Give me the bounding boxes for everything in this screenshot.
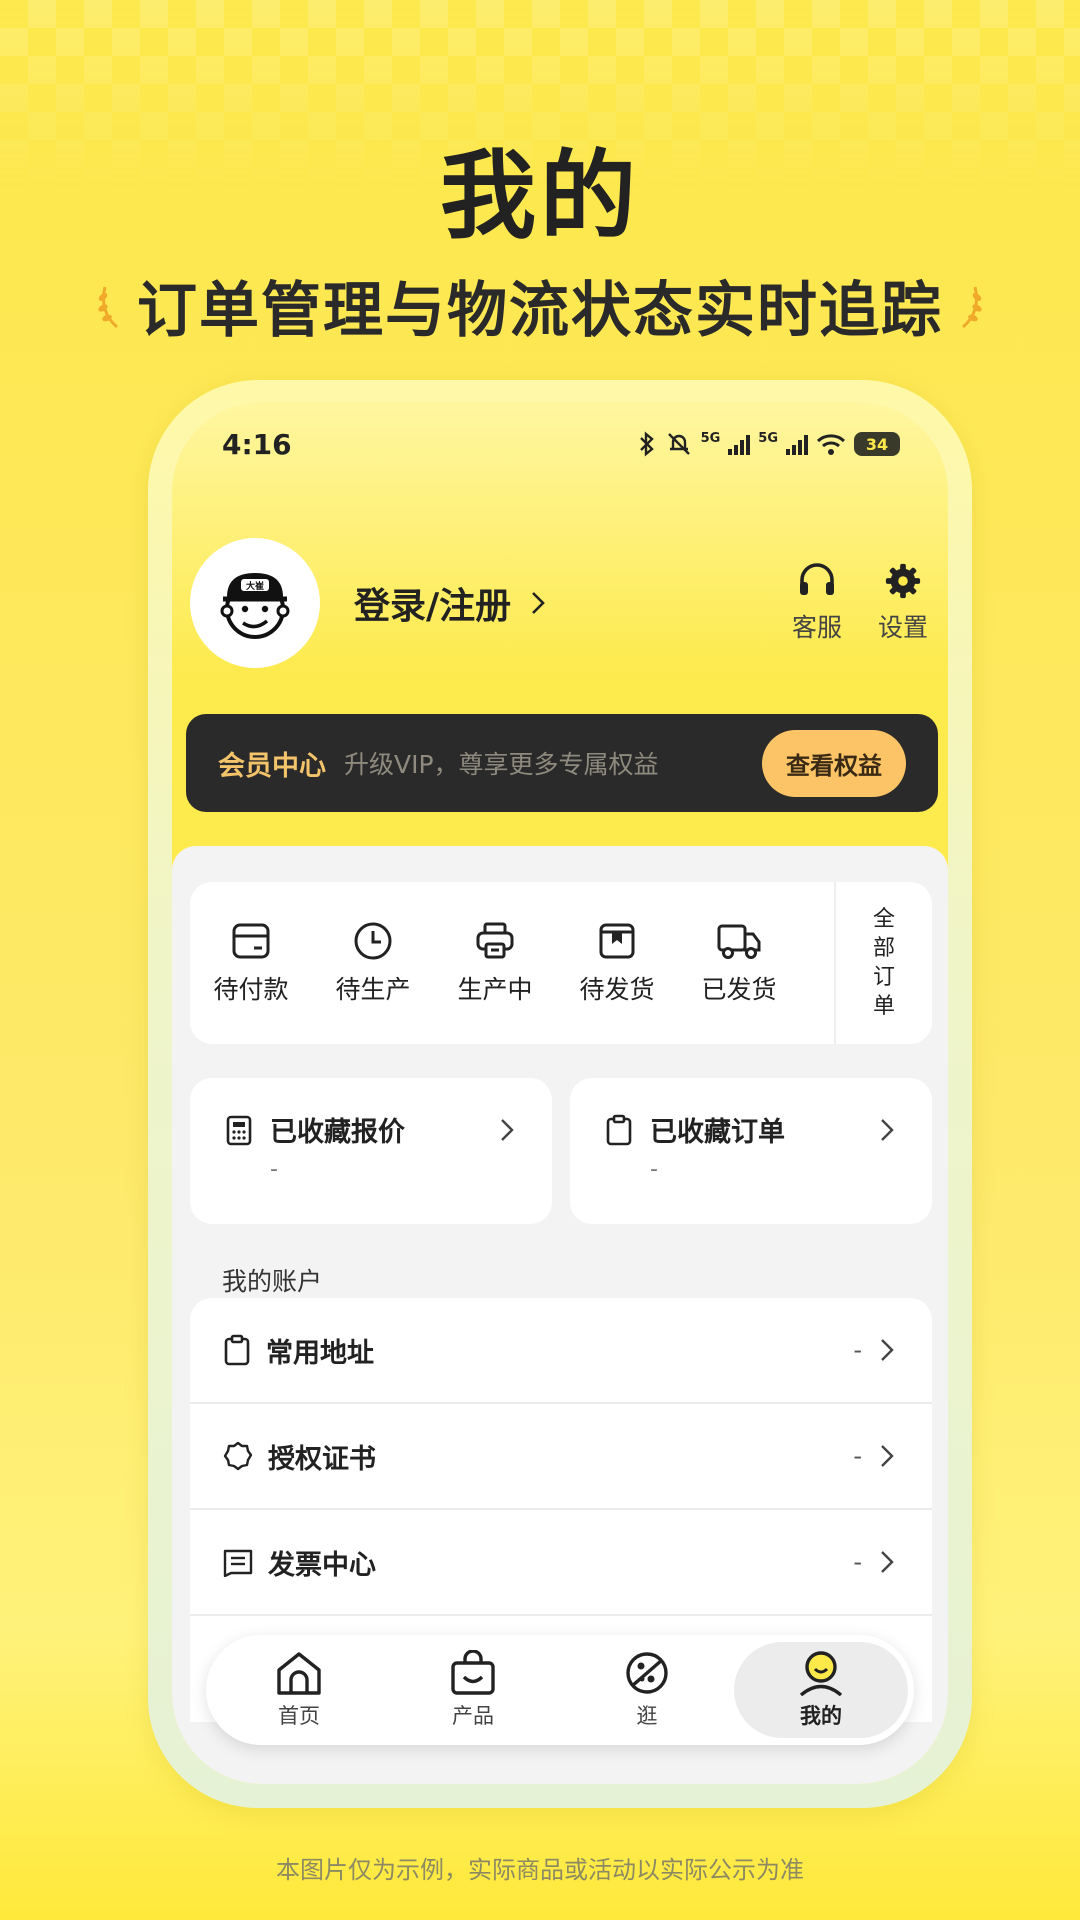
signal-icon-1 xyxy=(728,433,751,455)
customer-service-label: 客服 xyxy=(791,613,842,642)
chevron-right-icon xyxy=(501,1119,514,1141)
phone-screen: 4:16 5G 5G 34 大崔 登录/注册 客服 设置 会员中心 升级VIP，… xyxy=(172,402,948,1784)
saved-orders-label: 已收藏订单 xyxy=(650,1117,785,1148)
tab-browse[interactable]: 逛 xyxy=(560,1642,734,1738)
order-pending-payment[interactable]: 待付款 xyxy=(190,920,312,1006)
settings-button[interactable]: 设置 xyxy=(874,562,932,644)
headset-icon xyxy=(800,563,834,595)
list-item-label: 发票中心 xyxy=(268,1549,376,1581)
profile-header: 大崔 登录/注册 客服 设置 xyxy=(190,538,932,668)
network-label-2: 5G xyxy=(758,431,778,446)
planet-icon xyxy=(626,1652,668,1694)
tab-label: 首页 xyxy=(278,1704,320,1728)
top-actions: 客服 设置 xyxy=(788,562,932,644)
wallet-icon xyxy=(232,923,270,959)
home-icon xyxy=(277,1652,321,1695)
tab-label: 我的 xyxy=(800,1704,842,1728)
tab-products[interactable]: 产品 xyxy=(386,1642,560,1738)
saved-orders-card[interactable]: 已收藏订单 - xyxy=(570,1078,932,1224)
battery-icon: 34 xyxy=(854,432,900,456)
package-icon xyxy=(599,923,635,959)
bottom-tab-bar: 首页 产品 逛 我的 xyxy=(206,1635,914,1745)
all-orders-char: 单 xyxy=(872,994,895,1019)
gear-icon xyxy=(885,563,921,599)
order-label: 待生产 xyxy=(335,975,411,1004)
printer-icon xyxy=(476,922,514,959)
invoice-icon xyxy=(223,1549,253,1577)
chevron-right-icon xyxy=(881,1339,894,1361)
chevron-right-icon xyxy=(881,1551,894,1573)
saved-quotes-card[interactable]: 已收藏报价 - xyxy=(190,1078,552,1224)
vip-title: 会员中心 xyxy=(218,750,326,782)
customer-service-button[interactable]: 客服 xyxy=(788,562,846,644)
list-item-value: - xyxy=(853,1442,862,1470)
list-item-invoice[interactable]: 发票中心 - xyxy=(190,1510,932,1616)
login-register-label: 登录/注册 xyxy=(354,586,512,627)
status-time: 4:16 xyxy=(222,427,292,461)
list-item-address[interactable]: 常用地址 - xyxy=(190,1298,932,1404)
list-item-label: 授权证书 xyxy=(268,1443,376,1475)
clipboard-icon xyxy=(606,1114,632,1145)
order-pending-production[interactable]: 待生产 xyxy=(312,920,434,1006)
status-icons: 5G 5G 34 xyxy=(637,431,900,457)
promo-subtitle: 订单管理与物流状态实时追踪 xyxy=(0,262,1080,349)
signal-icon-2 xyxy=(786,433,808,455)
promo-title: 我的 xyxy=(440,140,640,252)
avatar-mascot-icon: 大崔 xyxy=(220,573,290,639)
clock-icon xyxy=(354,922,392,960)
wifi-icon xyxy=(816,434,846,455)
mute-icon xyxy=(667,433,690,455)
avatar-badge-text: 大崔 xyxy=(246,580,264,592)
vip-description: 升级VIP，尊享更多专属权益 xyxy=(344,750,659,779)
tab-label: 产品 xyxy=(452,1704,494,1728)
calculator-icon xyxy=(226,1115,252,1145)
promo-subtitle-text: 订单管理与物流状态实时追踪 xyxy=(137,276,943,346)
tab-label: 逛 xyxy=(636,1704,658,1728)
saved-orders-value: - xyxy=(650,1157,658,1182)
settings-label: 设置 xyxy=(877,613,928,642)
all-orders-char: 全 xyxy=(872,907,895,932)
order-label: 生产中 xyxy=(457,975,533,1004)
order-label: 已发货 xyxy=(701,975,777,1004)
laurel-right-icon xyxy=(962,286,982,328)
chevron-right-icon xyxy=(532,592,545,614)
order-pending-shipment[interactable]: 待发货 xyxy=(556,920,678,1006)
saved-quotes-value: - xyxy=(270,1157,278,1182)
status-bar: 4:16 5G 5G 34 xyxy=(222,424,900,464)
truck-icon xyxy=(717,924,761,959)
account-section-title: 我的账户 xyxy=(222,1267,323,1296)
order-status-card: 待付款 待生产 生产中 待发货 已发货 全 部 订 单 xyxy=(190,882,932,1044)
saved-quotes-label: 已收藏报价 xyxy=(270,1117,405,1148)
network-label-1: 5G xyxy=(700,431,721,446)
avatar[interactable]: 大崔 xyxy=(190,538,320,668)
shopping-bag-icon xyxy=(451,1650,495,1695)
vip-banner[interactable]: 会员中心 升级VIP，尊享更多专属权益 查看权益 xyxy=(186,714,938,812)
badge-icon xyxy=(223,1441,253,1471)
bluetooth-icon xyxy=(639,431,654,457)
view-benefits-button[interactable]: 查看权益 xyxy=(762,729,906,797)
login-register-link[interactable]: 登录/注册 xyxy=(354,577,545,629)
list-item-value: - xyxy=(853,1548,862,1576)
order-label: 待付款 xyxy=(213,975,289,1004)
all-orders-char: 订 xyxy=(872,965,895,990)
list-item-value: - xyxy=(853,1336,862,1364)
all-orders-char: 部 xyxy=(872,936,895,961)
list-item-certificate[interactable]: 授权证书 - xyxy=(190,1404,932,1510)
order-shipped[interactable]: 已发货 xyxy=(678,920,800,1006)
list-item-label: 常用地址 xyxy=(266,1337,374,1369)
order-label: 待发货 xyxy=(579,975,655,1004)
all-orders-button[interactable]: 全 部 订 单 xyxy=(834,882,932,1044)
clipboard-icon xyxy=(224,1334,250,1366)
tab-home[interactable]: 首页 xyxy=(212,1642,386,1738)
chevron-right-icon xyxy=(881,1445,894,1467)
disclaimer-footnote: 本图片仅为示例，实际商品或活动以实际公示为准 xyxy=(276,1856,804,1884)
order-in-production[interactable]: 生产中 xyxy=(434,920,556,1006)
tab-mine[interactable]: 我的 xyxy=(734,1642,908,1738)
laurel-left-icon xyxy=(98,286,118,328)
favorites-row: 已收藏报价 - 已收藏订单 - xyxy=(190,1078,932,1224)
chevron-right-icon xyxy=(881,1119,894,1141)
user-face-icon xyxy=(799,1651,843,1696)
